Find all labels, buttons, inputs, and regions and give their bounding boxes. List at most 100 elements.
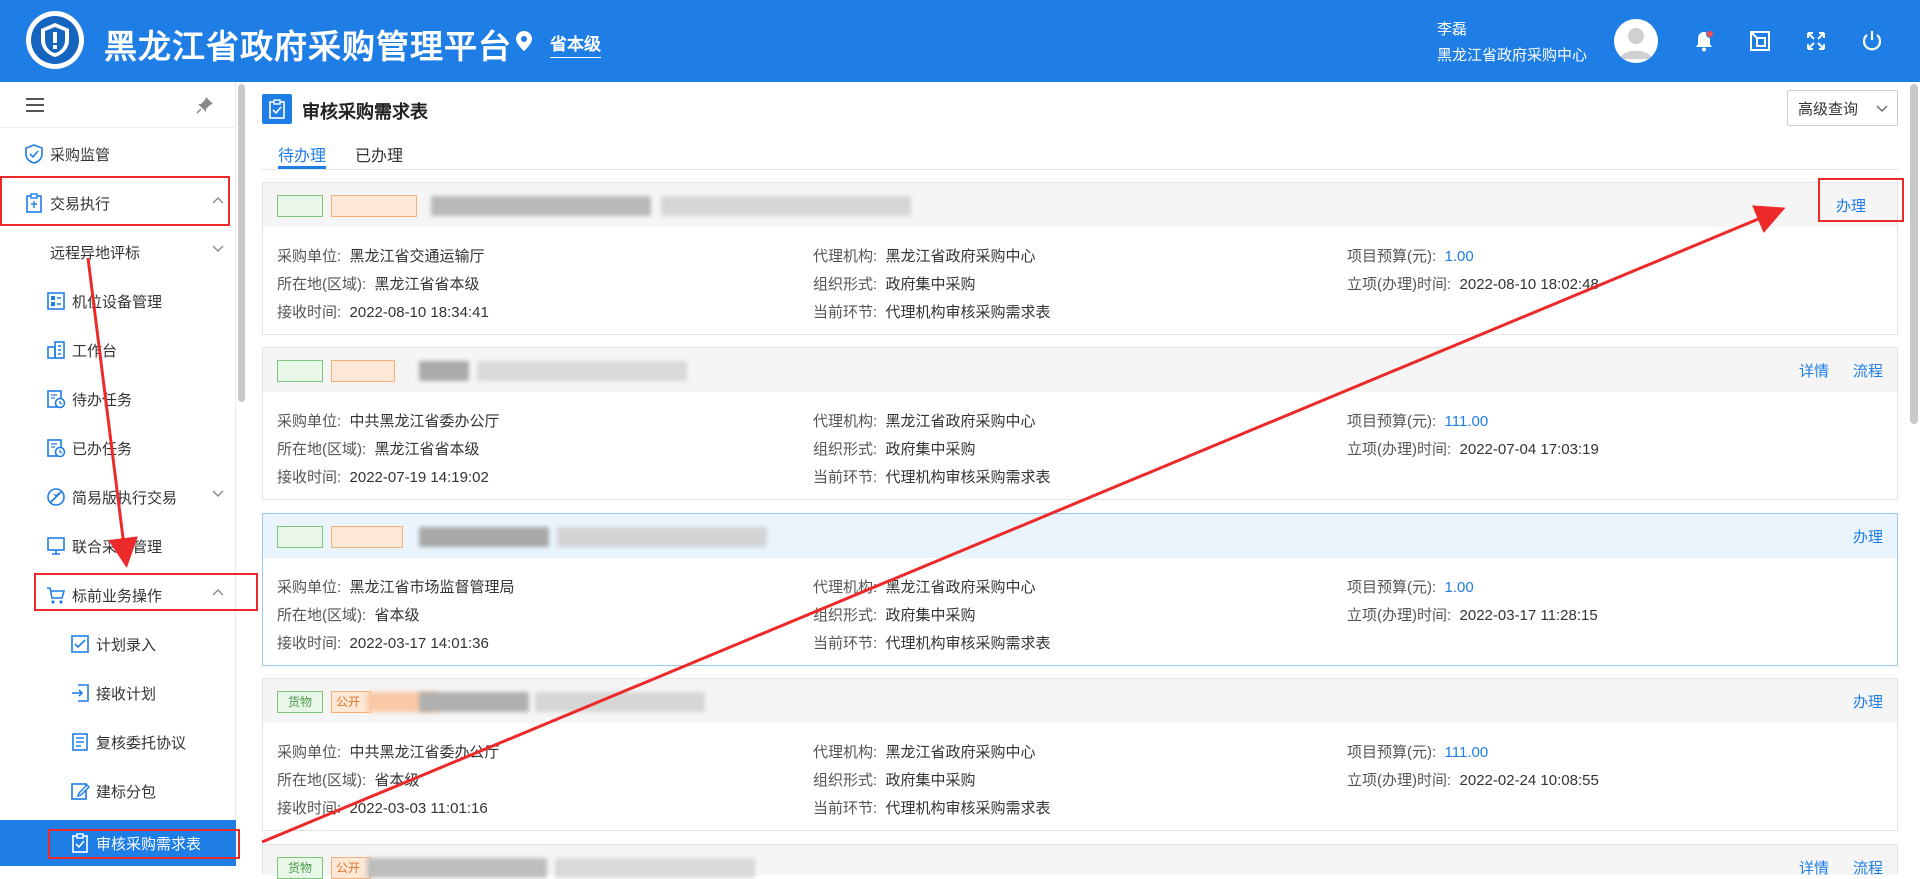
field-value: 中共黑龙江省委办公厅 bbox=[349, 744, 500, 761]
login-icon bbox=[72, 684, 89, 702]
field-approval-time: 立项(办理)时间: 2022-03-17 11:28:15 bbox=[1347, 604, 1598, 625]
clipboard-check-icon bbox=[269, 99, 285, 119]
handle-button[interactable]: 办理 bbox=[1853, 691, 1883, 712]
field-purchaser: 采购单位: 黑龙江省交通运输厅 bbox=[277, 245, 485, 266]
field-current-stage: 当前环节: 代理机构审核采购需求表 bbox=[813, 632, 1051, 653]
details-link[interactable]: 详情 bbox=[1799, 857, 1829, 878]
field-label: 代理机构: bbox=[813, 579, 878, 596]
field-value: 2022-08-10 18:34:41 bbox=[349, 304, 489, 321]
tab-done[interactable]: 已办理 bbox=[355, 142, 403, 166]
shield-logo-icon bbox=[41, 23, 69, 57]
field-value: 政府集中采购 bbox=[885, 441, 976, 458]
field-value: 中共黑龙江省委办公厅 bbox=[349, 413, 500, 430]
project-name-redacted bbox=[419, 361, 469, 381]
bell-icon[interactable] bbox=[1692, 29, 1716, 53]
project-name-redacted bbox=[419, 692, 529, 712]
field-value: 黑龙江省政府采购中心 bbox=[885, 579, 1036, 596]
sidebar-item-label: 已办任务 bbox=[72, 440, 133, 458]
tab-divider bbox=[262, 169, 1898, 170]
field-label: 代理机构: bbox=[813, 413, 878, 430]
category-tag bbox=[277, 195, 323, 217]
field-value: 1.00 bbox=[1444, 579, 1474, 596]
project-name-redacted bbox=[419, 527, 549, 547]
field-org-form: 组织形式: 政府集中采购 bbox=[813, 769, 976, 790]
project-name-redacted bbox=[367, 858, 547, 878]
details-link[interactable]: 详情 bbox=[1799, 360, 1829, 381]
sidebar-item-pending-tasks[interactable]: 待办任务 bbox=[0, 376, 236, 422]
workflow-link[interactable]: 流程 bbox=[1853, 360, 1883, 381]
field-budget: 项目预算(元): 111.00 bbox=[1347, 741, 1488, 762]
task-card: 详情 流程 采购单位: 中共黑龙江省委办公厅 所在地(区域): 黑龙江省省本级 … bbox=[262, 347, 1898, 500]
annotation-box-transaction bbox=[0, 176, 230, 226]
chevron-down-icon bbox=[1876, 105, 1888, 112]
method-tag bbox=[331, 360, 395, 382]
sidebar-item-plan-entry[interactable]: 计划录入 bbox=[0, 621, 236, 667]
workflow-link[interactable]: 流程 bbox=[1853, 857, 1883, 878]
sidebar-item-simple-execution[interactable]: 简易版执行交易 bbox=[0, 474, 236, 520]
category-tag: 货物 bbox=[277, 857, 323, 879]
field-value: 黑龙江省省本级 bbox=[374, 276, 480, 293]
category-tag bbox=[277, 360, 323, 382]
sidebar-item-bid-packaging[interactable]: 建标分包 bbox=[0, 768, 236, 814]
sidebar-item-review-agreement[interactable]: 复核委托协议 bbox=[0, 719, 236, 765]
sidebar-item-procurement-supervision[interactable]: 采购监管 bbox=[0, 131, 236, 177]
sidebar-scrollbar[interactable] bbox=[238, 84, 245, 402]
sidebar-item-device-management[interactable]: 机位设备管理 bbox=[0, 278, 236, 324]
sidebar-item-joint-procurement[interactable]: 联合采购管理 bbox=[0, 523, 236, 569]
advanced-search-label: 高级查询 bbox=[1798, 100, 1859, 118]
annotation-box-review bbox=[48, 829, 240, 859]
sidebar-toolbar bbox=[0, 82, 236, 128]
annotation-box-handle bbox=[1818, 178, 1904, 222]
sidebar-item-receive-plan[interactable]: 接收计划 bbox=[0, 670, 236, 716]
field-label: 所在地(区域): bbox=[277, 441, 367, 458]
avatar[interactable] bbox=[1614, 19, 1658, 63]
page-title: 审核采购需求表 bbox=[302, 102, 428, 122]
card-header: 办理 bbox=[263, 514, 1897, 558]
field-value: 2022-07-19 14:19:02 bbox=[349, 469, 489, 486]
sidebar-item-label: 联合采购管理 bbox=[72, 538, 163, 556]
field-label: 组织形式: bbox=[813, 607, 878, 624]
field-budget: 项目预算(元): 1.00 bbox=[1347, 245, 1474, 266]
field-budget: 项目预算(元): 1.00 bbox=[1347, 576, 1474, 597]
sidebar-item-label: 建标分包 bbox=[96, 783, 157, 801]
method-tag: 公开 bbox=[331, 691, 371, 713]
field-label: 立项(办理)时间: bbox=[1347, 441, 1452, 458]
field-region: 所在地(区域): 省本级 bbox=[277, 769, 420, 790]
menu-icon[interactable] bbox=[26, 98, 44, 112]
power-icon[interactable] bbox=[1860, 29, 1884, 53]
field-value: 黑龙江省政府采购中心 bbox=[885, 413, 1036, 430]
field-value: 黑龙江省省本级 bbox=[374, 441, 480, 458]
no-entry-icon bbox=[47, 488, 65, 506]
sidebar-item-label: 工作台 bbox=[72, 342, 118, 360]
field-value: 黑龙江省政府采购中心 bbox=[885, 744, 1036, 761]
field-label: 组织形式: bbox=[813, 276, 878, 293]
field-label: 当前环节: bbox=[813, 800, 878, 817]
sidebar-item-completed-tasks[interactable]: 已办任务 bbox=[0, 425, 236, 471]
project-code-redacted bbox=[535, 692, 705, 712]
field-approval-time: 立项(办理)时间: 2022-02-24 10:08:55 bbox=[1347, 769, 1599, 790]
handle-button[interactable]: 办理 bbox=[1853, 526, 1883, 547]
sidebar-item-workbench[interactable]: 工作台 bbox=[0, 327, 236, 373]
task-card: 办理 采购单位: 黑龙江省交通运输厅 所在地(区域): 黑龙江省省本级 接收时间… bbox=[262, 182, 1898, 335]
document-icon bbox=[72, 733, 88, 751]
field-label: 项目预算(元): bbox=[1347, 744, 1437, 761]
field-approval-time: 立项(办理)时间: 2022-08-10 18:02:48 bbox=[1347, 273, 1599, 294]
window-switch-icon[interactable] bbox=[1748, 29, 1772, 53]
project-name-redacted bbox=[431, 196, 651, 216]
field-value: 2022-07-04 17:03:19 bbox=[1459, 441, 1599, 458]
tab-pending[interactable]: 待办理 bbox=[278, 142, 326, 166]
main-scrollbar[interactable] bbox=[1910, 84, 1918, 424]
advanced-search-dropdown[interactable]: 高级查询 bbox=[1787, 90, 1898, 126]
pin-icon[interactable] bbox=[196, 96, 214, 114]
field-org-form: 组织形式: 政府集中采购 bbox=[813, 273, 976, 294]
fullscreen-icon[interactable] bbox=[1804, 29, 1828, 53]
sidebar-item-remote-evaluation[interactable]: 远程异地评标 bbox=[0, 229, 236, 275]
logo bbox=[26, 11, 84, 69]
field-label: 当前环节: bbox=[813, 304, 878, 321]
field-label: 采购单位: bbox=[277, 744, 342, 761]
field-value: 黑龙江省交通运输厅 bbox=[349, 248, 485, 265]
region-selector[interactable]: 省本级 bbox=[550, 30, 601, 58]
field-current-stage: 当前环节: 代理机构审核采购需求表 bbox=[813, 466, 1051, 487]
field-label: 项目预算(元): bbox=[1347, 248, 1437, 265]
card-header: 详情 流程 bbox=[263, 348, 1897, 392]
